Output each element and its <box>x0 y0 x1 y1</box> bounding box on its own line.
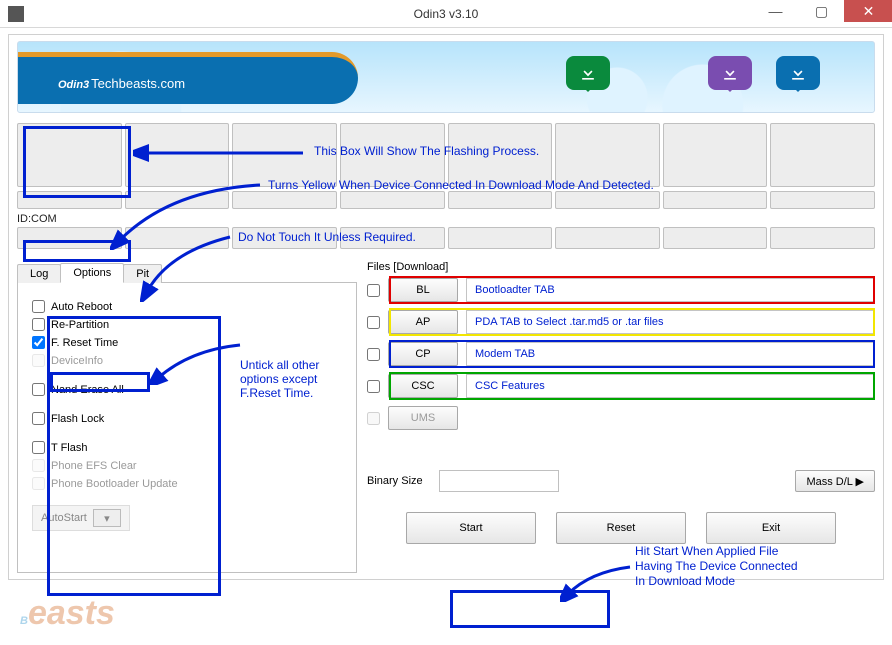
chk-csc[interactable] <box>367 380 380 393</box>
chk-bl[interactable] <box>367 284 380 297</box>
autostart-dropdown[interactable]: AutoStart▾ <box>32 505 130 531</box>
banner: Odin3Techbeasts.com <box>17 41 875 113</box>
watermark: BBeastseasts <box>20 594 115 633</box>
window-controls: — ▢ ✕ <box>752 0 892 22</box>
progress-cell <box>448 191 553 209</box>
maximize-button[interactable]: ▢ <box>798 0 844 22</box>
chk-f-reset-time[interactable]: F. Reset Time <box>32 336 342 349</box>
chk-cp[interactable] <box>367 348 380 361</box>
field-ums <box>466 406 875 430</box>
file-row-ap: AP PDA TAB to Select .tar.md5 or .tar fi… <box>367 310 875 334</box>
progress-cell <box>340 123 445 187</box>
progress-cell <box>232 191 337 209</box>
left-column: Log Options Pit Auto Reboot Re-Partition… <box>17 261 357 573</box>
idcom-label: ID:COM <box>17 213 875 225</box>
bottom-row: Binary Size Mass D/L ▶ <box>367 470 875 492</box>
idcom-cell[interactable] <box>17 227 122 249</box>
progress-cell <box>17 123 122 187</box>
binary-size-label: Binary Size <box>367 475 423 487</box>
download-icon <box>708 56 752 90</box>
progress-cell <box>770 191 875 209</box>
file-row-ums: UMS <box>367 406 875 430</box>
minimize-button[interactable]: — <box>752 0 798 22</box>
start-button[interactable]: Start <box>406 512 536 544</box>
right-column: Files [Download] BL Bootloadter TAB AP P… <box>367 261 875 573</box>
file-row-bl: BL Bootloadter TAB <box>367 278 875 302</box>
content-frame: Odin3Techbeasts.com ID:COM <box>8 34 884 580</box>
progress-cell <box>555 191 660 209</box>
idcom-cell[interactable] <box>340 227 445 249</box>
brand-logo: Odin3Techbeasts.com <box>58 64 185 95</box>
btn-cp[interactable]: CP <box>388 342 458 366</box>
progress-cell <box>663 191 768 209</box>
tab-pit[interactable]: Pit <box>123 264 162 283</box>
idcom-row <box>17 227 875 249</box>
binary-size-field[interactable] <box>439 470 559 492</box>
progress-cell <box>125 191 230 209</box>
chk-ums <box>367 412 380 425</box>
exit-button[interactable]: Exit <box>706 512 836 544</box>
chk-auto-reboot[interactable]: Auto Reboot <box>32 300 342 313</box>
tab-log[interactable]: Log <box>17 264 61 283</box>
file-row-csc: CSC CSC Features <box>367 374 875 398</box>
btn-ap[interactable]: AP <box>388 310 458 334</box>
chk-t-flash[interactable]: T Flash <box>32 441 342 454</box>
progress-cell <box>770 123 875 187</box>
idcom-cell[interactable] <box>448 227 553 249</box>
tabstrip: Log Options Pit <box>17 261 357 283</box>
progress-cell <box>555 123 660 187</box>
progress-cell <box>663 123 768 187</box>
progress-cell <box>17 191 122 209</box>
download-icon <box>566 56 610 90</box>
field-ap[interactable]: PDA TAB to Select .tar.md5 or .tar files <box>466 310 875 334</box>
chk-re-partition[interactable]: Re-Partition <box>32 318 342 331</box>
idcom-cell[interactable] <box>125 227 230 249</box>
window-title: Odin3 v3.10 <box>414 7 479 21</box>
idcom-cell[interactable] <box>770 227 875 249</box>
chk-phone-efs-clear: Phone EFS Clear <box>32 459 342 472</box>
progress-cell <box>232 123 337 187</box>
chk-ap[interactable] <box>367 316 380 329</box>
btn-csc[interactable]: CSC <box>388 374 458 398</box>
btn-bl[interactable]: BL <box>388 278 458 302</box>
idcom-cell[interactable] <box>232 227 337 249</box>
options-panel: Auto Reboot Re-Partition F. Reset Time D… <box>17 283 357 573</box>
field-bl[interactable]: Bootloadter TAB <box>466 278 875 302</box>
field-cp[interactable]: Modem TAB <box>466 342 875 366</box>
file-row-cp: CP Modem TAB <box>367 342 875 366</box>
chk-nand-erase-all[interactable]: Nand Erase All <box>32 383 342 396</box>
idcom-cell[interactable] <box>555 227 660 249</box>
btn-ums: UMS <box>388 406 458 430</box>
app-icon <box>8 6 24 22</box>
idcom-cell[interactable] <box>663 227 768 249</box>
chk-phone-bootloader-update: Phone Bootloader Update <box>32 477 342 490</box>
tab-options[interactable]: Options <box>60 263 124 283</box>
chk-device-info: DeviceInfo <box>32 354 342 367</box>
chk-flash-lock[interactable]: Flash Lock <box>32 412 342 425</box>
mass-dl-button[interactable]: Mass D/L ▶ <box>795 470 875 492</box>
titlebar: Odin3 v3.10 — ▢ ✕ <box>0 0 892 28</box>
annotation-box <box>450 590 610 628</box>
progress-cell <box>448 123 553 187</box>
progress-row-2 <box>17 191 875 209</box>
field-csc[interactable]: CSC Features <box>466 374 875 398</box>
close-button[interactable]: ✕ <box>844 0 892 22</box>
chevron-down-icon: ▾ <box>93 509 121 527</box>
files-label: Files [Download] <box>367 261 875 273</box>
reset-button[interactable]: Reset <box>556 512 686 544</box>
progress-row <box>17 123 875 187</box>
progress-cell <box>125 123 230 187</box>
progress-cell <box>340 191 445 209</box>
download-icon <box>776 56 820 90</box>
